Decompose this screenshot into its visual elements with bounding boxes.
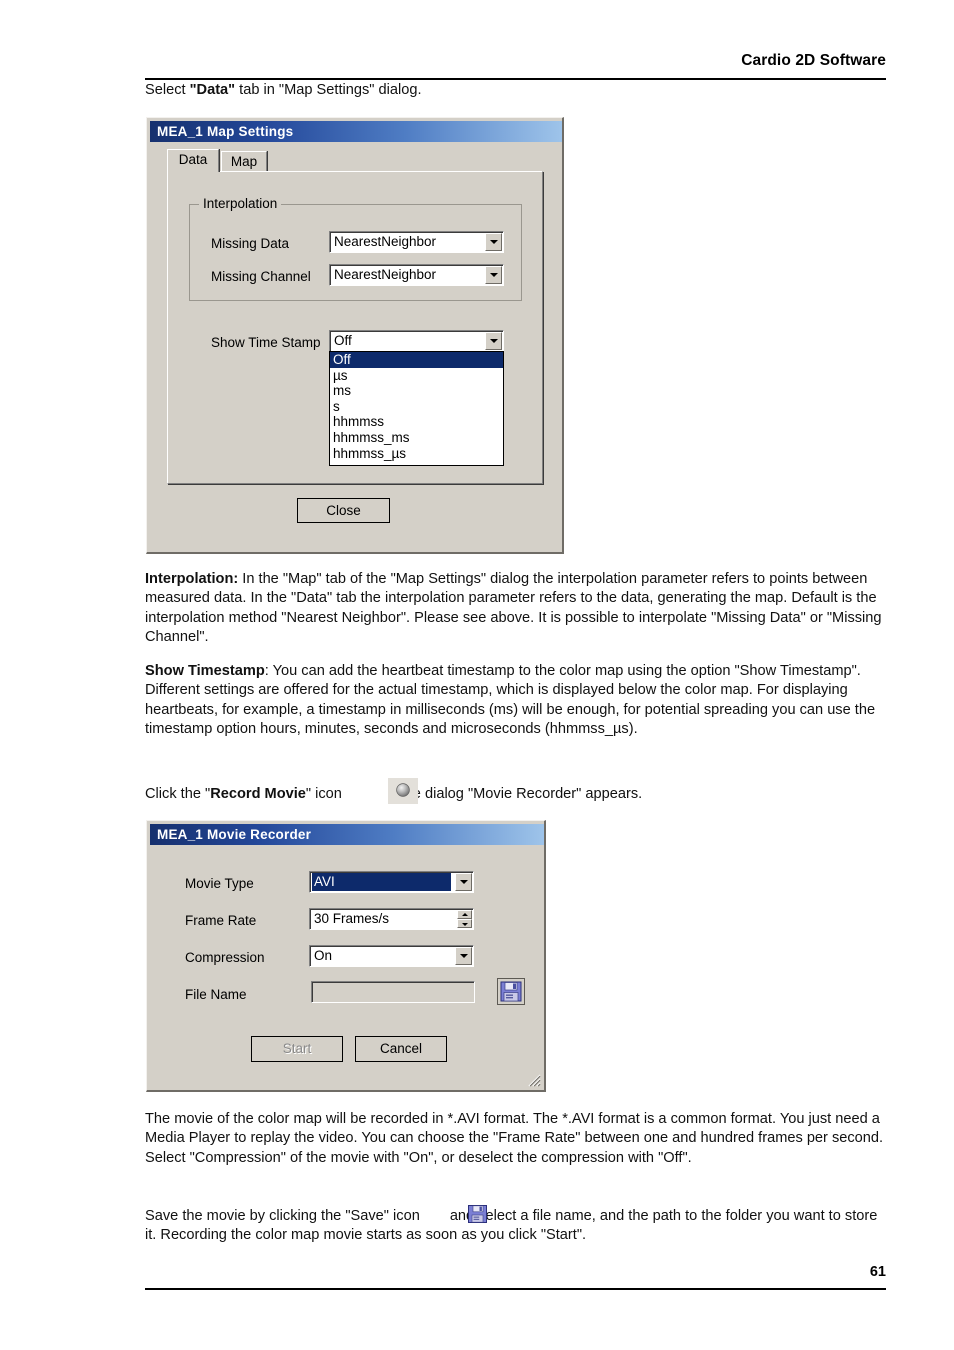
combo-missing-channel-value: NearestNeighbor [334, 267, 437, 282]
spinner-frame-rate-buttons[interactable] [457, 910, 472, 928]
timestamp-paragraph: Show Timestamp: You can add the heartbea… [145, 662, 886, 740]
chevron-down-icon [459, 954, 468, 958]
combo-compression-arrow-button[interactable] [455, 947, 472, 965]
combo-missing-channel[interactable]: NearestNeighbor [329, 264, 504, 286]
intro-post: tab in "Map Settings" dialog. [235, 82, 422, 98]
save-movie-paragraph: Save the movie by clicking the "Save" ic… [145, 1207, 886, 1246]
label-show-time-stamp: Show Time Stamp [211, 335, 321, 350]
cancel-button-label: Cancel [379, 1041, 423, 1056]
chevron-down-icon [489, 273, 498, 277]
dropdown-options-container: Off µs ms s hhmmss hhmmss_ms hhmmss_µs [330, 352, 503, 461]
chevron-down-icon [461, 922, 468, 926]
tab-data-label: Data [178, 152, 208, 167]
avi-format-paragraph: The movie of the color map will be recor… [145, 1111, 884, 1166]
interpolation-paragraph-text: In the "Map" tab of the "Map Settings" d… [145, 571, 882, 646]
spinner-frame-rate-value: 30 Frames/s [314, 911, 390, 926]
dropdown-option[interactable]: hhmmss_ms [330, 430, 503, 446]
running-header: Cardio 2D Software [741, 52, 886, 69]
resize-grip[interactable] [527, 1073, 541, 1087]
combo-missing-data-arrow-button[interactable] [485, 233, 502, 251]
interpolation-group-label: Interpolation [199, 196, 282, 211]
cancel-button[interactable]: Cancel [355, 1036, 447, 1062]
tab-data[interactable]: Data [167, 149, 219, 172]
label-movie-type: Movie Type [185, 876, 254, 891]
combo-movie-type-value: AVI [312, 873, 451, 891]
combo-show-time-stamp-value: Off [334, 333, 352, 348]
chevron-down-icon [459, 880, 468, 884]
spinner-up-button[interactable] [457, 910, 472, 919]
resize-grip-icon [528, 1074, 541, 1087]
spinner-down-button[interactable] [457, 919, 472, 928]
combo-compression[interactable]: On [309, 945, 474, 967]
dropdown-list-time-stamp[interactable]: Off µs ms s hhmmss hhmmss_ms hhmmss_µs [329, 351, 504, 466]
save-floppy-icon [468, 1205, 487, 1223]
file-name-input[interactable] [311, 981, 475, 1003]
chevron-down-icon [489, 240, 498, 244]
interpolation-paragraph-bold: Interpolation: [145, 571, 239, 587]
record-movie-icon [388, 778, 418, 804]
combo-missing-channel-arrow-button[interactable] [485, 266, 502, 284]
record-movie-post: . The dialog "Movie Recorder" appears. [387, 786, 643, 802]
tab-map-label: Map [230, 154, 258, 169]
combo-compression-value: On [314, 948, 333, 963]
save-movie-pre: Save the movie by clicking the "Save" ic… [145, 1208, 420, 1224]
close-button-label: Close [326, 503, 361, 518]
label-compression: Compression [185, 950, 265, 965]
record-movie-mid: " icon [305, 786, 342, 802]
dropdown-option[interactable]: s [330, 399, 503, 415]
close-button[interactable]: Close [297, 498, 390, 523]
combo-missing-data[interactable]: NearestNeighbor [329, 231, 504, 253]
record-movie-bold: Record Movie [210, 786, 306, 802]
record-movie-icon-glyph [396, 783, 410, 797]
start-button-label: Start [282, 1041, 312, 1056]
dropdown-option[interactable]: µs [330, 368, 503, 384]
map-settings-dialog: MEA_1 Map Settings Data Map Interpolatio… [146, 117, 564, 554]
chevron-up-icon [461, 912, 468, 916]
page-number: 61 [869, 1264, 886, 1280]
intro-bold: "Data" [189, 82, 236, 98]
start-button[interactable]: Start [251, 1036, 343, 1062]
save-floppy-icon-button[interactable] [497, 978, 525, 1005]
label-frame-rate: Frame Rate [185, 913, 257, 928]
combo-missing-data-value: NearestNeighbor [334, 234, 437, 249]
movie-recorder-dialog: MEA_1 Movie Recorder Movie Type AVI Fram… [146, 820, 546, 1092]
label-missing-data: Missing Data [211, 236, 290, 251]
intro-pre: Select [145, 82, 190, 98]
chevron-down-icon [489, 339, 498, 343]
document-page: Cardio 2D Software Select "Data" tab in … [0, 0, 954, 1350]
label-file-name: File Name [185, 987, 247, 1002]
footer-rule [145, 1288, 886, 1290]
movie-recorder-titlebar: MEA_1 Movie Recorder [150, 824, 544, 845]
combo-show-time-stamp-arrow-button[interactable] [485, 332, 502, 350]
tab-map[interactable]: Map [221, 151, 267, 172]
combo-movie-type[interactable]: AVI [309, 871, 474, 893]
dropdown-option[interactable]: Off [330, 352, 503, 368]
spinner-frame-rate[interactable]: 30 Frames/s [309, 908, 474, 930]
save-floppy-icon-inline [468, 1205, 488, 1224]
header-rule [145, 78, 886, 80]
record-movie-pre: Click the " [145, 786, 211, 802]
map-settings-titlebar: MEA_1 Map Settings [150, 121, 562, 142]
dropdown-option[interactable]: hhmmss [330, 414, 503, 430]
record-movie-paragraph: Click the "Record Movie" icon . The dialo… [145, 785, 886, 804]
combo-movie-type-arrow-button[interactable] [455, 873, 472, 891]
interpolation-paragraph: Interpolation: In the "Map" tab of the "… [145, 570, 886, 648]
save-floppy-icon [499, 980, 523, 1003]
dropdown-option[interactable]: hhmmss_µs [330, 446, 503, 462]
label-missing-channel: Missing Channel [211, 269, 311, 284]
timestamp-paragraph-bold: Show Timestamp [145, 663, 265, 679]
dropdown-option[interactable]: ms [330, 383, 503, 399]
intro-line: Select "Data" tab in "Map Settings" dial… [145, 81, 886, 100]
combo-show-time-stamp[interactable]: Off [329, 330, 504, 352]
